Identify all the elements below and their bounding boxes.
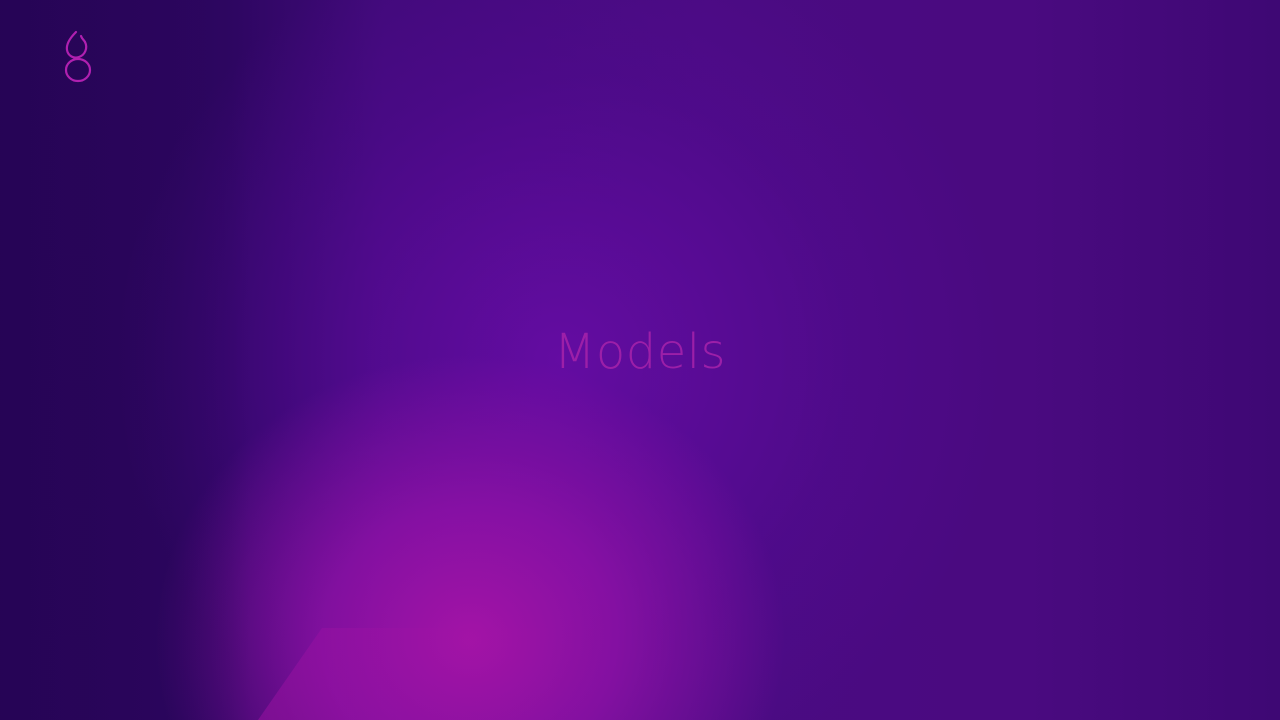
slide-title: Models <box>553 324 727 380</box>
slide-canvas: Models <box>0 0 1280 720</box>
brand-logo-icon <box>64 30 92 83</box>
